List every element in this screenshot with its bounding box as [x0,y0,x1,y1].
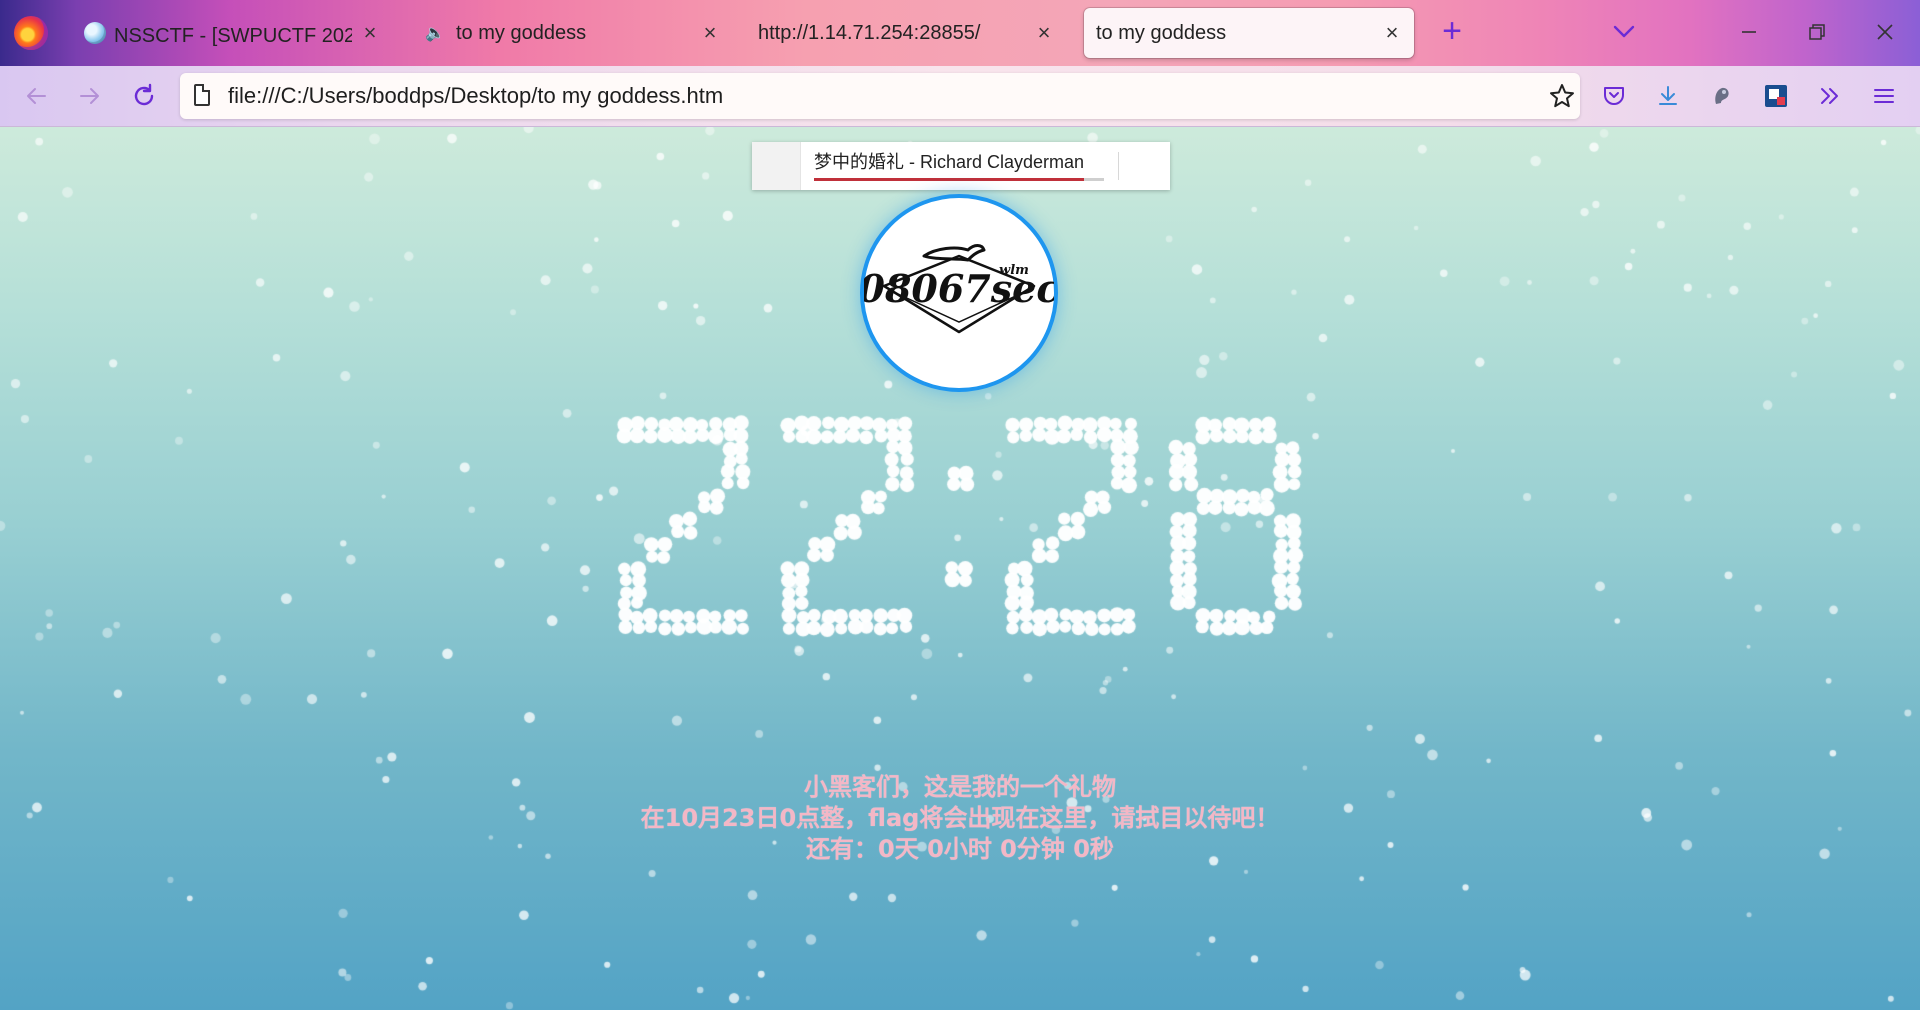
close-tab-icon[interactable]: × [700,20,720,46]
tab-nssctf[interactable]: NSSCTF - [SWPUCTF 2021 新 × [72,8,392,58]
message-line-3: 还有：0天 0小时 0分钟 0秒 [806,835,1114,863]
url-text[interactable]: file:///C:/Users/boddps/Desktop/to my go… [228,73,723,119]
tab-strip: NSSCTF - [SWPUCTF 2021 新 × 🔈 to my godde… [0,0,1920,66]
song-title: 梦中的婚礼 - Richard Clayderman [814,152,1085,172]
back-button[interactable] [14,74,58,118]
close-tab-icon[interactable]: × [1382,20,1402,46]
progress-fill [814,178,1084,181]
message-line-2: 在10月23日0点整，flag将会出现在这里，请拭目以待吧！ [640,804,1280,832]
page-content: 梦中的婚礼 - Richard Clayderman 08067sec wlm … [0,127,1920,1010]
reload-button[interactable] [122,74,166,118]
new-tab-button[interactable]: + [1432,12,1472,52]
forward-button[interactable] [68,74,112,118]
extension-icon[interactable] [1704,78,1740,114]
music-player[interactable]: 梦中的婚礼 - Richard Clayderman [752,142,1170,190]
close-window-button[interactable] [1862,10,1908,54]
countdown-message: 小黑客们，这是我的一个礼物 在10月23日0点整，flag将会出现在这里，请拭目… [0,772,1920,865]
avatar-logo[interactable]: 08067sec wlm [860,194,1058,392]
download-icon[interactable] [1650,78,1686,114]
album-cover[interactable] [752,142,801,190]
more-tools-chevrons-icon[interactable] [1812,78,1848,114]
tab-title: to my goddess [1096,21,1227,44]
list-all-tabs-chevron-icon[interactable] [1604,12,1644,52]
progress-bar[interactable] [814,178,1104,181]
tab-title: http://1.14.71.254:28855/ [758,21,981,44]
address-bar[interactable]: file:///C:/Users/boddps/Desktop/to my go… [180,73,1580,119]
restore-button[interactable] [1794,10,1840,54]
minimize-button[interactable] [1726,10,1772,54]
speaker-icon[interactable]: 🔈 [424,23,446,43]
tab-title: to my goddess [456,21,587,44]
bookmark-star-icon[interactable] [1544,78,1580,114]
tab-ip-address[interactable]: http://1.14.71.254:28855/ × [746,8,1066,58]
firefox-logo-icon[interactable] [14,16,48,50]
app-menu-icon[interactable] [1866,78,1902,114]
tab-goddess-audio[interactable]: 🔈 to my goddess × [412,8,732,58]
logo-image: 08067sec wlm [864,244,1054,334]
message-line-1: 小黑客们，这是我的一个礼物 [804,773,1116,801]
pocket-icon[interactable] [1596,78,1632,114]
tab-title: NSSCTF - [SWPUCTF 2021 新 [114,24,352,47]
container-extension-icon[interactable] [1758,78,1794,114]
close-tab-icon[interactable]: × [360,20,380,46]
tab-goddess-active[interactable]: to my goddess × [1084,8,1414,58]
page-icon[interactable] [194,84,210,106]
globe-icon [84,22,106,44]
navigation-toolbar: file:///C:/Users/boddps/Desktop/to my go… [0,66,1920,127]
close-tab-icon[interactable]: × [1034,20,1054,46]
svg-text:wlm: wlm [999,263,1029,278]
player-divider [1118,152,1119,180]
